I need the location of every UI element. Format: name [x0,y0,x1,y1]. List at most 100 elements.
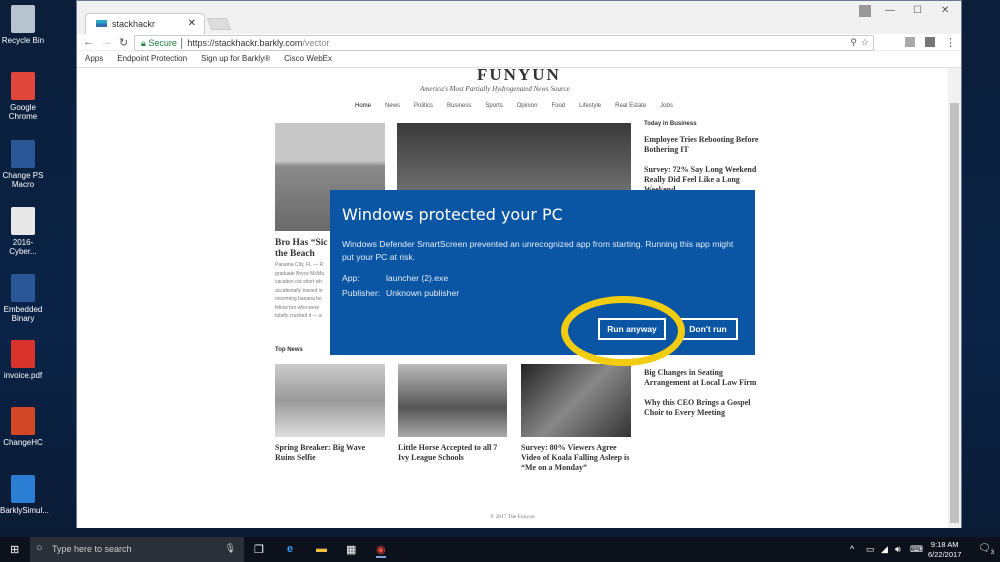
microphone-icon[interactable]: 🎙︎ [225,543,236,554]
nav-link[interactable]: Jobs [660,103,673,109]
back-icon[interactable]: ← [83,36,94,48]
desktop-icon-label: BarklySimul... [0,506,49,515]
sidebar-item[interactable]: Big Changes in Seating Arrangement at Lo… [644,368,759,388]
url-host: https://stackhackr.barkly.com [187,38,303,48]
file-icon [11,475,35,503]
edge-icon[interactable]: e [287,543,293,555]
top-news-image[interactable] [275,364,385,437]
notification-count: 3 [990,550,995,556]
vertical-scrollbar[interactable] [948,68,961,528]
tab-stackhackr[interactable]: stackhackr ✕ [85,13,205,34]
dont-run-button[interactable]: Don't run [678,318,738,340]
reload-icon[interactable]: ↻ [119,36,128,49]
publisher-value: Unknown publisher [386,288,460,298]
nav-link[interactable]: Lifestyle [579,103,601,109]
clock-time: 9:18 AM [930,540,959,549]
desktop-icon[interactable]: 2016-Cyber... [0,207,46,256]
nav-link[interactable]: Home [355,103,371,109]
file-icon [11,140,35,168]
tab-title: stackhackr [112,19,156,29]
minimize-button[interactable]: — [885,5,895,16]
excerpt-line: Panama City, FL — R [275,262,324,268]
nav-link[interactable]: News [385,103,400,109]
desktop-icon[interactable]: Change PS Macro [0,140,46,189]
menu-icon[interactable]: ⋮ [945,36,956,49]
nav-link[interactable]: Food [551,103,565,109]
top-news-headline[interactable]: Spring Breaker: Big Wave Ruins Selfie [275,443,387,463]
task-view-icon[interactable]: ❐ [254,543,264,556]
nav-link[interactable]: Politics [414,103,433,109]
store-icon[interactable]: ▦ [346,543,356,556]
profile-icon[interactable] [859,5,871,17]
desktop-icon-label: Recycle Bin [1,36,45,45]
desktop-icon[interactable]: ChangeHC [0,407,46,447]
nav-link[interactable]: Real Estate [615,103,646,109]
top-news-headline[interactable]: Survey: 80% Viewers Agree Video of Koala… [521,443,633,473]
sidebar-item[interactable]: Employee Tries Rebooting Before Botherin… [644,135,759,155]
desktop-icon[interactable]: Google Chrome [0,72,46,121]
nav-link[interactable]: Opinion [517,103,538,109]
new-tab-button[interactable] [206,18,232,30]
nav-link[interactable]: Sports [485,103,502,109]
bookmark-star-icon[interactable]: ☆ [861,37,869,48]
close-window-button[interactable]: ✕ [941,5,949,16]
url-path: /vector [302,38,330,48]
network-icon[interactable]: ◢ [881,544,888,555]
volume-icon[interactable]: 🔊︎ [895,544,901,555]
bookmark-item[interactable]: Apps [85,54,103,64]
desktop-icon[interactable]: BarklySimul... [0,475,49,515]
site-logo: FUNYUN [477,68,561,84]
file-icon [11,340,35,368]
excerpt-line: oncoming banana bo [275,296,322,302]
start-button[interactable]: ⊞ [10,543,19,556]
keyboard-icon[interactable]: ⌨ [910,544,923,555]
file-icon [11,407,35,435]
zoom-icon[interactable]: ⚲ [850,37,857,48]
address-bar[interactable]: 🔒︎ Secure │ https://stackhackr.barkly.co… [134,35,874,51]
lead-headline[interactable]: Bro Has “Sic the Beach [275,238,335,260]
top-news-headline[interactable]: Little Horse Accepted to all 7 Ivy Leagu… [398,443,510,463]
forward-icon[interactable]: → [101,36,112,48]
battery-icon[interactable]: ▭ [866,544,875,555]
top-news-image[interactable] [521,364,631,437]
excerpt-line: accidentally tossed in [275,287,323,294]
site-footer: © 2017 The Funyun [490,514,535,520]
app-value: launcher (2).exe [386,273,449,283]
excerpt-line: vacation cut short wh [275,279,322,285]
chrome-icon[interactable]: ◉ [376,543,386,558]
search-placeholder: Type here to search [52,544,132,554]
favicon-icon [96,20,107,27]
publisher-label: Publisher: [342,288,381,298]
clock[interactable]: 9:18 AM 6/22/2017 [928,540,961,560]
desktop-icon[interactable]: invoice.pdf [0,340,46,380]
lock-icon: 🔒︎ [141,38,146,48]
top-news-title: Top News [275,347,303,353]
file-explorer-icon[interactable]: ▬ [316,543,327,555]
extension-icon[interactable] [905,37,915,47]
desktop-icon-label: Change PS Macro [2,171,44,189]
nav-link[interactable]: Business [447,103,471,109]
dialog-title: Windows protected your PC [342,205,563,224]
excerpt-line: fellow bro who were [275,304,320,311]
scrollbar-thumb[interactable] [950,103,959,523]
extension-icon[interactable] [925,37,935,47]
close-tab-icon[interactable]: ✕ [188,18,196,29]
bookmark-item[interactable]: Endpoint Protection [117,54,187,64]
action-center-icon[interactable]: 🗨︎3 [978,543,994,556]
desktop-icon[interactable]: Recycle Bin [0,5,46,45]
sidebar-item[interactable]: Why this CEO Brings a Gospel Choir to Ev… [644,398,759,418]
desktop-icon[interactable]: Embedded Binary [0,274,46,323]
maximize-button[interactable]: ☐ [913,5,922,16]
tray-chevron-icon[interactable]: ^ [850,544,854,554]
tab-bar: stackhackr ✕ — ☐ ✕ [77,1,961,34]
top-news-image[interactable] [398,364,507,437]
desktop-icon-label: Embedded Binary [3,305,43,323]
toolbar: ← → ↻ 🔒︎ Secure │ https://stackhackr.bar… [77,34,961,51]
taskbar-search[interactable]: ○ Type here to search 🎙︎ [30,537,244,562]
lead-excerpt: Panama City, FL — R graduate Bryce McMa va… [275,261,335,321]
bookmark-item[interactable]: Cisco WebEx [284,54,332,64]
smartscreen-dialog: Windows protected your PC Windows Defend… [330,190,755,355]
desktop-icon-label: 2016-Cyber... [9,238,37,256]
secure-label: Secure [148,38,177,48]
bookmark-item[interactable]: Sign up for Barkly® [201,54,270,64]
